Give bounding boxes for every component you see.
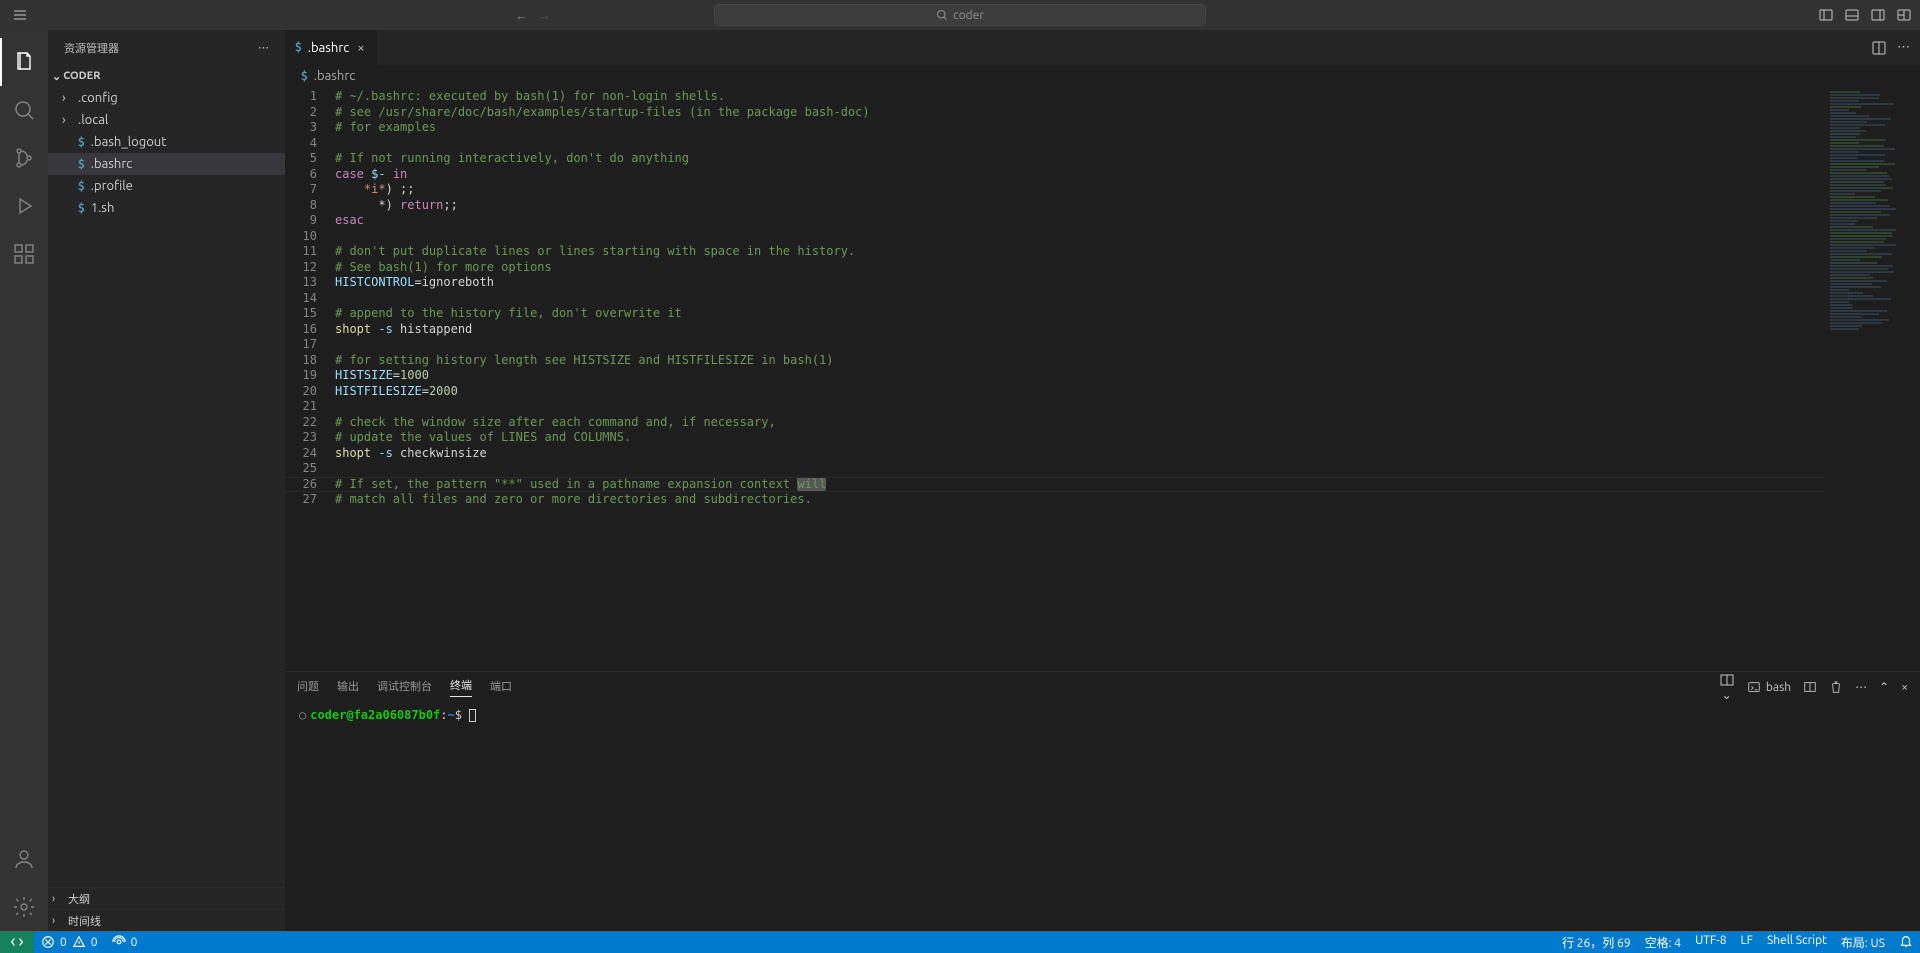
- layout-sidebar-left-icon[interactable]: [1818, 7, 1834, 23]
- status-bar: 0 0 0 行 26，列 69 空格: 4 UTF-8 LF Shell Scr…: [0, 931, 1920, 953]
- terminal[interactable]: ○coder@fa2a06087b0f:~$: [285, 702, 1920, 931]
- folder-item[interactable]: ›.config: [48, 87, 285, 109]
- activity-search-icon[interactable]: [0, 86, 48, 134]
- editor[interactable]: 1234567891011121314151617181920212223242…: [285, 87, 1920, 671]
- status-encoding[interactable]: UTF-8: [1688, 934, 1733, 947]
- terminal-launch-profile-icon[interactable]: ⌄: [1719, 672, 1735, 702]
- line-gutter: 1234567891011121314151617181920212223242…: [285, 87, 335, 671]
- more-icon[interactable]: ⋯: [1855, 680, 1867, 694]
- chevron-right-icon: ›: [62, 91, 78, 105]
- tab-bashrc[interactable]: $ .bashrc ×: [285, 30, 378, 65]
- activity-extensions-icon[interactable]: [0, 230, 48, 278]
- file-item[interactable]: $.bashrc: [48, 153, 285, 175]
- remote-button[interactable]: [0, 931, 34, 953]
- file-item[interactable]: $1.sh: [48, 197, 285, 219]
- activity-bar: [0, 30, 48, 931]
- panel-tab-debug[interactable]: 调试控制台: [377, 678, 432, 697]
- minimap[interactable]: [1824, 87, 1920, 671]
- explorer-sidebar: 资源管理器 ⋯ ⌄ CODER ›.config›.local$.bash_lo…: [48, 30, 285, 931]
- shell-file-icon: $: [78, 136, 85, 149]
- activity-settings-icon[interactable]: [0, 883, 48, 931]
- breadcrumb[interactable]: $ .bashrc: [285, 65, 1920, 87]
- more-icon[interactable]: ⋯: [1897, 40, 1910, 55]
- chevron-right-icon: ›: [62, 113, 78, 127]
- outline-section[interactable]: › 大纲: [48, 887, 285, 909]
- terminal-decoration-icon: ○: [299, 708, 306, 722]
- shell-file-icon: $: [78, 180, 85, 193]
- terminal-instance[interactable]: bash: [1747, 680, 1791, 694]
- panel-tab-output[interactable]: 输出: [337, 678, 359, 697]
- panel-tab-problems[interactable]: 问题: [297, 678, 319, 697]
- status-bell-icon[interactable]: [1892, 934, 1920, 948]
- chevron-right-icon: ›: [52, 915, 68, 927]
- close-icon[interactable]: ×: [355, 41, 366, 55]
- panel-tab-ports[interactable]: 端口: [490, 678, 512, 697]
- nav-back-icon[interactable]: ←: [515, 8, 528, 23]
- code-content[interactable]: # ~/.bashrc: executed by bash(1) for non…: [335, 87, 1824, 671]
- bottom-panel: 问题 输出 调试控制台 终端 端口 ⌄ bash ⋯ ⌃ ×: [285, 671, 1920, 931]
- terminal-cursor: [469, 709, 476, 722]
- panel-tab-terminal[interactable]: 终端: [450, 677, 472, 697]
- panel-maximize-icon[interactable]: ⌃: [1879, 680, 1889, 694]
- shell-file-icon: $: [78, 202, 85, 215]
- shell-file-icon: $: [295, 41, 302, 54]
- folder-root-name: CODER: [63, 70, 100, 82]
- activity-debug-icon[interactable]: [0, 182, 48, 230]
- activity-scm-icon[interactable]: [0, 134, 48, 182]
- panel-close-icon[interactable]: ×: [1901, 681, 1908, 694]
- shell-file-icon: $: [78, 158, 85, 171]
- status-problems[interactable]: 0 0: [34, 931, 105, 953]
- status-ln-col[interactable]: 行 26，列 69: [1555, 934, 1638, 951]
- status-layout[interactable]: 布局: US: [1834, 934, 1892, 951]
- menu-icon[interactable]: [12, 7, 28, 23]
- layout-sidebar-right-icon[interactable]: [1870, 7, 1886, 23]
- search-text: coder: [953, 9, 984, 22]
- status-lang[interactable]: Shell Script: [1760, 934, 1834, 947]
- split-editor-icon[interactable]: [1871, 40, 1887, 56]
- sidebar-more-icon[interactable]: ⋯: [258, 41, 269, 54]
- activity-accounts-icon[interactable]: [0, 835, 48, 883]
- folder-item[interactable]: ›.local: [48, 109, 285, 131]
- file-tree: ›.config›.local$.bash_logout$.bashrc$.pr…: [48, 87, 285, 887]
- layout-panel-icon[interactable]: [1844, 7, 1860, 23]
- file-item[interactable]: $.bash_logout: [48, 131, 285, 153]
- status-eol[interactable]: LF: [1734, 934, 1760, 947]
- sidebar-title: 资源管理器: [64, 40, 119, 56]
- terminal-split-icon[interactable]: [1803, 680, 1817, 694]
- command-center[interactable]: coder: [714, 4, 1206, 26]
- shell-file-icon: $: [301, 70, 308, 83]
- status-spaces[interactable]: 空格: 4: [1638, 934, 1688, 951]
- titlebar: ← → coder: [0, 0, 1920, 30]
- file-item[interactable]: $.profile: [48, 175, 285, 197]
- status-ports[interactable]: 0: [105, 931, 145, 953]
- editor-tabs: $ .bashrc × ⋯: [285, 30, 1920, 65]
- timeline-section[interactable]: › 时间线: [48, 909, 285, 931]
- nav-forward-icon[interactable]: →: [538, 8, 551, 23]
- activity-explorer-icon[interactable]: [0, 38, 48, 86]
- chevron-right-icon: ›: [52, 893, 68, 905]
- layout-customize-icon[interactable]: [1896, 7, 1912, 23]
- terminal-kill-icon[interactable]: [1829, 680, 1843, 694]
- chevron-down-icon: ⌄: [52, 70, 61, 83]
- folder-root[interactable]: ⌄ CODER: [48, 65, 285, 87]
